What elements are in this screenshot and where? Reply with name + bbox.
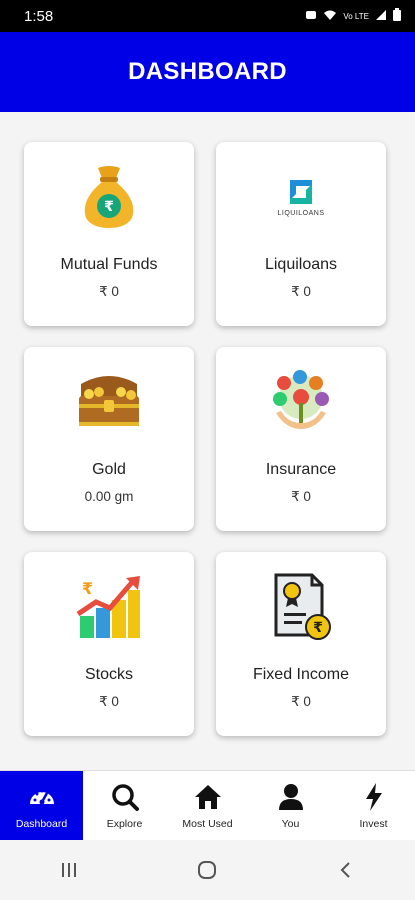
- back-button[interactable]: [316, 850, 376, 890]
- card-stocks[interactable]: ₹ Stocks ₹ 0: [24, 552, 194, 736]
- card-label: Insurance: [265, 461, 337, 478]
- wifi-icon: [323, 9, 337, 24]
- home-button[interactable]: [177, 850, 237, 890]
- alarm-icon: [305, 9, 317, 24]
- nav-label: Explore: [106, 817, 143, 830]
- dashboard-grid: ₹ Mutual Funds ₹ 0 LIQUILOANS Liquiloans…: [0, 112, 415, 770]
- nav-label: You: [281, 817, 300, 830]
- recents-button[interactable]: [39, 850, 99, 890]
- card-value: ₹ 0: [291, 284, 311, 299]
- card-gold[interactable]: Gold 0.00 gm: [24, 347, 194, 531]
- card-insurance[interactable]: Insurance ₹ 0: [216, 347, 386, 531]
- svg-text:₹: ₹: [104, 199, 114, 215]
- user-icon: [278, 783, 303, 810]
- card-value: ₹ 0: [99, 284, 119, 299]
- status-bar: 1:58 Vo LTE: [0, 0, 415, 32]
- nav-most-used[interactable]: Most Used: [166, 771, 249, 840]
- card-mutual-funds[interactable]: ₹ Mutual Funds ₹ 0: [24, 142, 194, 326]
- stocks-chart-icon: ₹: [74, 572, 144, 642]
- nav-you[interactable]: You: [249, 771, 332, 840]
- status-time: 1:58: [24, 7, 54, 25]
- svg-text:₹: ₹: [82, 579, 93, 598]
- card-label: Liquiloans: [264, 256, 338, 273]
- card-value: ₹ 0: [291, 694, 311, 709]
- card-fixed-income[interactable]: ₹ Fixed Income ₹ 0: [216, 552, 386, 736]
- nav-dashboard[interactable]: Dashboard: [0, 771, 83, 840]
- app-bar: DASHBOARD: [0, 32, 415, 112]
- status-icons: Vo LTE: [305, 8, 401, 24]
- recents-icon: [62, 863, 77, 877]
- system-navigation-bar: [0, 840, 415, 900]
- card-value: ₹ 0: [291, 489, 311, 504]
- nav-invest[interactable]: Invest: [332, 771, 415, 840]
- card-label: Stocks: [84, 666, 133, 683]
- search-icon: [111, 783, 139, 811]
- svg-text:₹: ₹: [313, 620, 323, 636]
- card-label: Gold: [92, 461, 126, 478]
- certificate-icon: ₹: [266, 572, 336, 642]
- card-value: 0.00 gm: [84, 489, 134, 504]
- home-circle-icon: [198, 861, 217, 879]
- card-liquiloans[interactable]: LIQUILOANS Liquiloans ₹ 0: [216, 142, 386, 326]
- home-icon: [194, 784, 221, 809]
- volte-icon: Vo LTE: [343, 11, 369, 21]
- card-value: ₹ 0: [99, 694, 119, 709]
- nav-label: Most Used: [182, 817, 233, 830]
- card-label: Mutual Funds: [60, 256, 158, 273]
- nav-label: Invest: [359, 817, 388, 830]
- battery-icon: [393, 8, 401, 24]
- signal-icon: [375, 9, 387, 24]
- back-chevron-icon: [340, 862, 350, 878]
- speedometer-icon: [29, 789, 54, 804]
- bolt-icon: [365, 782, 382, 811]
- liquiloans-logo: LIQUILOANS: [266, 162, 336, 232]
- nav-label: Dashboard: [15, 817, 68, 830]
- liquiloans-logo-text: LIQUILOANS: [277, 209, 325, 217]
- page-title: DASHBOARD: [128, 58, 287, 85]
- money-bag-icon: ₹: [74, 162, 144, 232]
- nav-explore[interactable]: Explore: [83, 771, 166, 840]
- bottom-navigation: Dashboard Explore Most Used You Invest: [0, 770, 415, 840]
- insurance-icon: [266, 367, 336, 437]
- card-label: Fixed Income: [252, 666, 350, 683]
- treasure-chest-icon: [74, 367, 144, 437]
